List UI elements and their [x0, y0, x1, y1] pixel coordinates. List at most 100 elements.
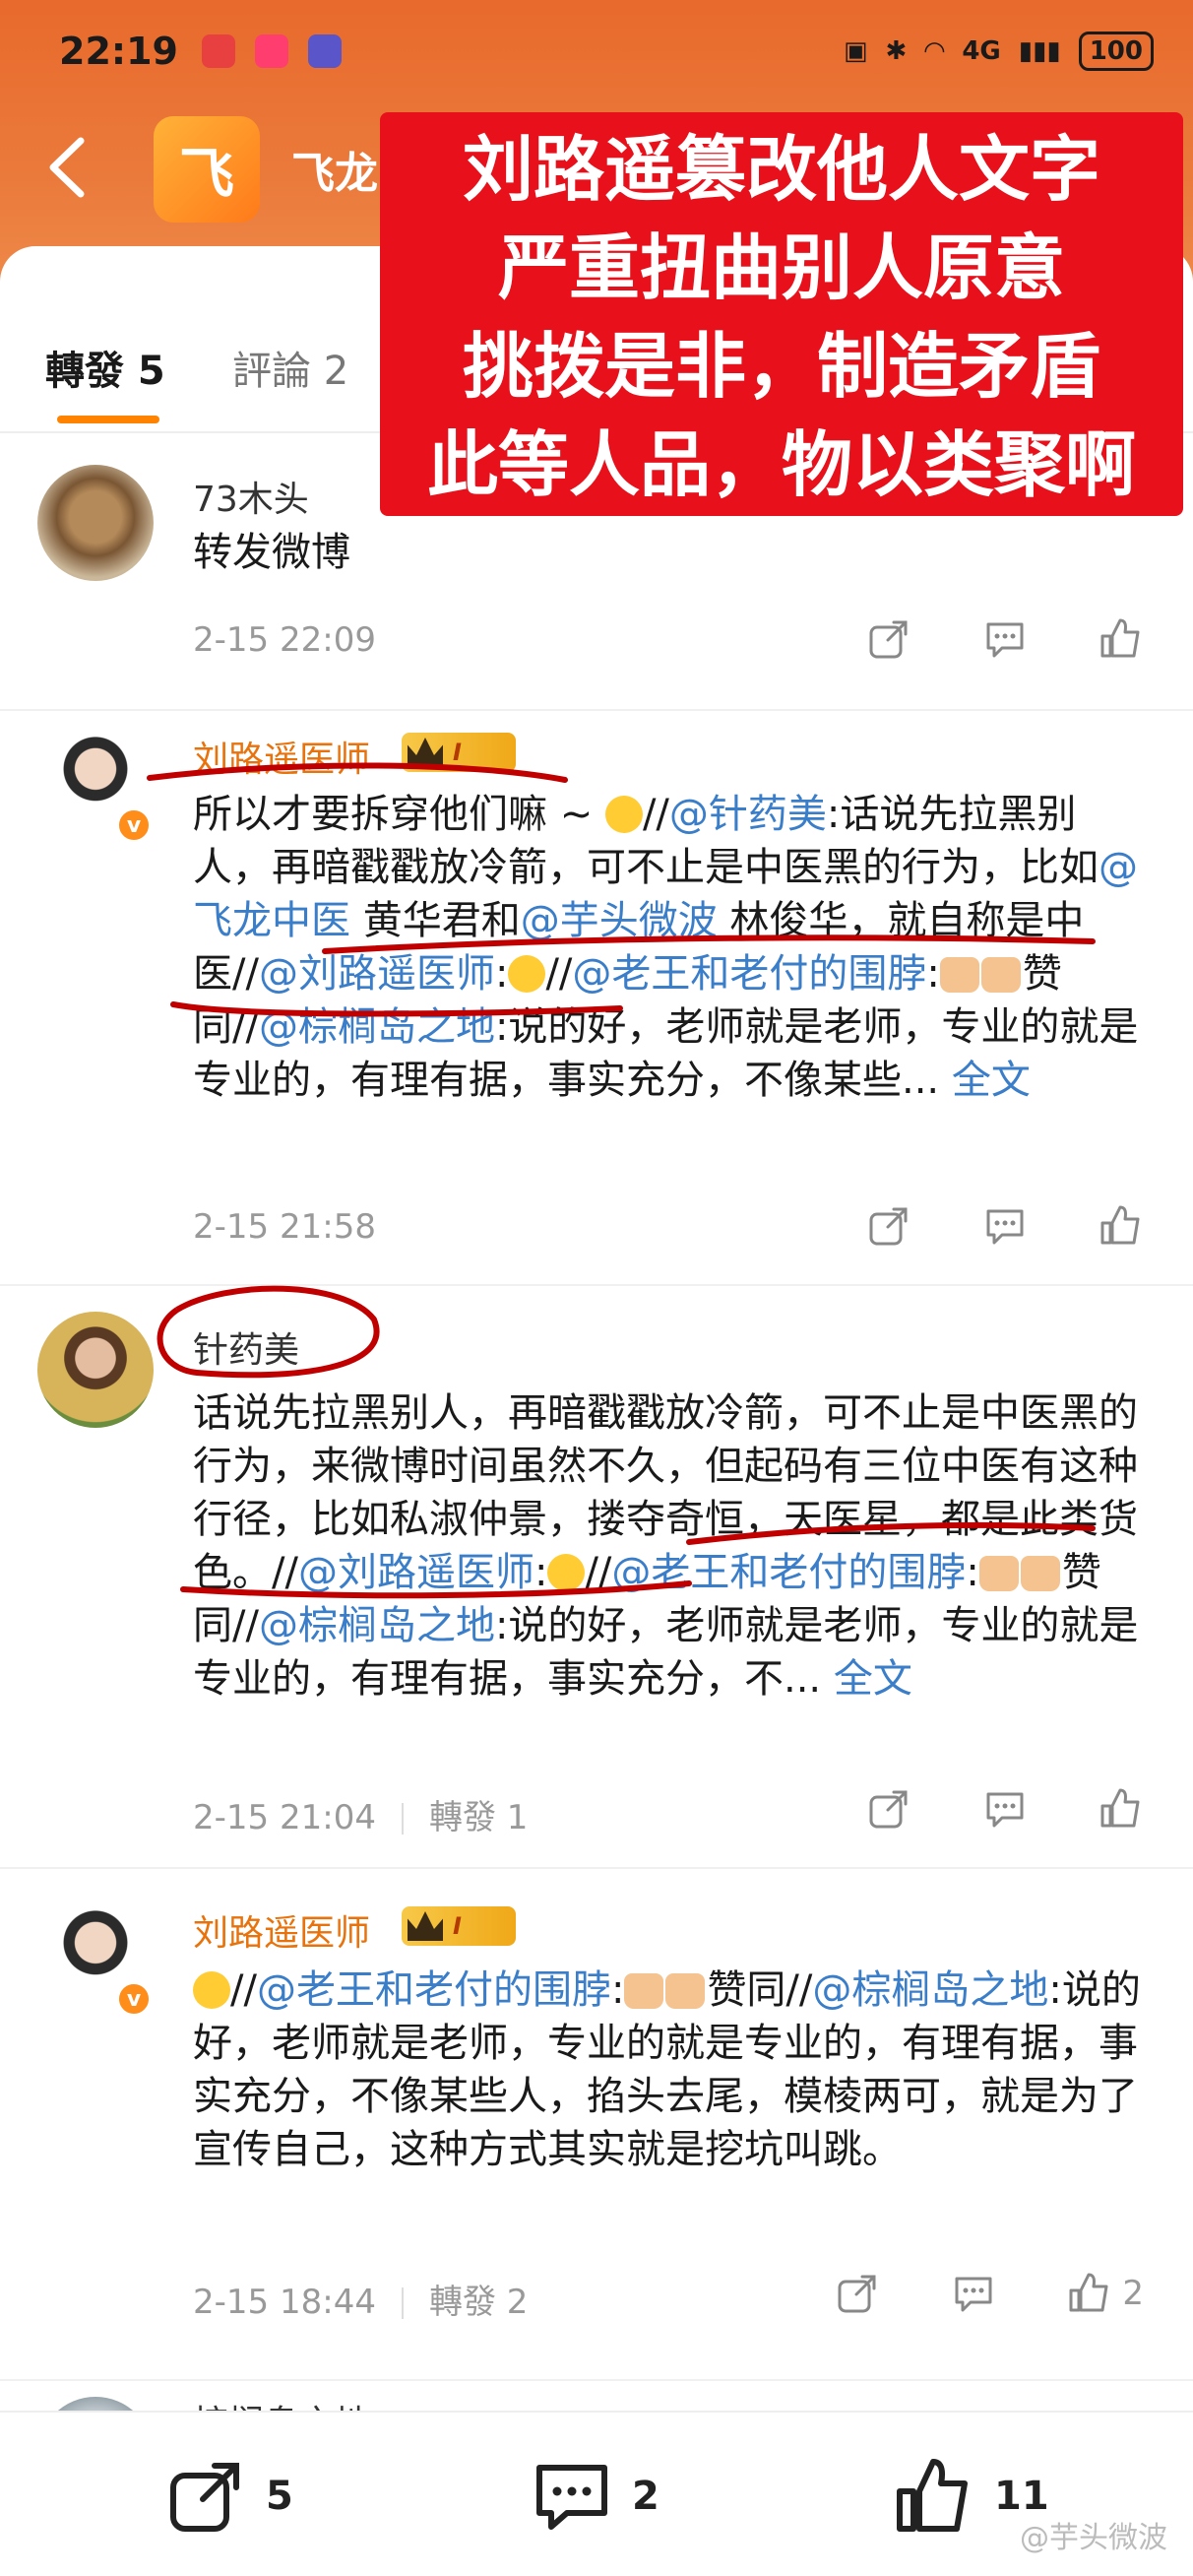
repost-icon — [170, 2463, 239, 2532]
thumbs-up-icon — [939, 957, 979, 993]
wifi-icon: ◠ — [924, 36, 945, 66]
overlay-line: 此等人品，物以类聚啊 — [426, 423, 1136, 506]
post-time: 2-15 21:04 — [193, 1798, 376, 1837]
vip-crown-badge: I — [402, 733, 516, 772]
read-more-link[interactable]: 全文 — [952, 1058, 1031, 1103]
like-icon[interactable] — [1099, 616, 1144, 662]
like-icon[interactable] — [1099, 1786, 1144, 1832]
comment-icon — [536, 2465, 607, 2530]
share-icon[interactable] — [866, 1203, 911, 1249]
post-time: 2-15 21:58 — [193, 1207, 376, 1247]
comment-icon[interactable] — [982, 1786, 1028, 1832]
tab-comments[interactable]: 評論 2 — [232, 339, 348, 396]
avatar[interactable] — [37, 465, 154, 581]
repost-count[interactable]: 轉發 2 — [429, 2283, 528, 2322]
grin-emoji-icon — [193, 1971, 230, 2009]
action-row — [866, 1203, 1144, 1249]
bottom-action-bar: 5 2 11 @芋头微波 — [0, 2411, 1193, 2576]
mention-link[interactable]: @棕榈岛之地 — [812, 1967, 1048, 2013]
action-row — [866, 1786, 1144, 1832]
mention-link[interactable]: @棕榈岛之地 — [259, 1004, 495, 1050]
battery-icon: 100 — [1078, 32, 1154, 71]
thinking-emoji-icon — [604, 796, 643, 833]
mention-link[interactable]: @老王和老付的围脖 — [572, 951, 926, 997]
post-time: 2-15 22:09 — [193, 620, 376, 660]
post-text: //@老王和老付的围脖: 赞同//@棕榈岛之地:说的好，老师就是老师，专业的就是专… — [193, 1967, 1141, 2172]
like-icon — [897, 2459, 968, 2532]
mention-link[interactable]: @芋头微波 — [521, 898, 718, 943]
share-icon[interactable] — [835, 2271, 880, 2316]
bottom-repost-button[interactable]: 5 — [165, 2456, 293, 2537]
user-name[interactable]: 73木头 — [193, 471, 309, 522]
overlay-line: 刘路遥篡改他人文字 — [462, 128, 1100, 211]
like-count: 2 — [1122, 2274, 1144, 2313]
notification-icon — [201, 34, 235, 68]
back-arrow-icon — [49, 137, 85, 198]
comment-icon[interactable] — [982, 1203, 1028, 1249]
read-more-link[interactable]: 全文 — [834, 1656, 912, 1702]
list-item[interactable]: 针药美 话说先拉黑别人，再暗戳戳放冷箭，可不止是中医黑的行为，来微博时间虽然不久… — [0, 1286, 1193, 1869]
vip-crown-badge: I — [402, 1906, 516, 1946]
grin-emoji-icon — [547, 1554, 586, 1591]
mention-link[interactable]: @刘路遥医师 — [298, 1550, 534, 1595]
post-text: 话说先拉黑别人，再暗戳戳放冷箭，可不止是中医黑的行为，来微博时间虽然不久，但起码… — [193, 1390, 1139, 1702]
mention-link[interactable]: @针药美 — [669, 792, 827, 837]
action-row: 2 — [835, 2271, 1144, 2316]
thumbs-up-icon — [980, 957, 1021, 993]
comment-icon[interactable] — [951, 2271, 996, 2316]
signal-icon: ▮▮▮ — [1018, 36, 1061, 66]
nfc-icon: ▣ — [843, 36, 868, 66]
like-control[interactable]: 2 — [1067, 2271, 1144, 2316]
user-name[interactable]: 刘路遥医师 — [193, 731, 370, 782]
mention-link[interactable]: @老王和老付的围脖 — [611, 1550, 966, 1595]
action-row — [866, 616, 1144, 662]
bluetooth-icon: ✱ — [885, 36, 908, 66]
notification-icons — [201, 34, 342, 68]
tab-reposts[interactable]: 轉發 5 — [45, 339, 165, 396]
annotation-overlay: 刘路遥篡改他人文字 严重扭曲别人原意 挑拨是非，制造矛盾 此等人品，物以类聚啊 — [380, 112, 1183, 516]
like-icon[interactable] — [1099, 1203, 1144, 1249]
avatar[interactable] — [37, 1312, 154, 1428]
user-name[interactable]: 针药美 — [193, 1321, 299, 1373]
post-text: 转发微博 — [193, 530, 350, 575]
overlay-line: 挑拨是非，制造矛盾 — [462, 325, 1100, 408]
repost-count[interactable]: 轉發 1 — [429, 1798, 528, 1837]
notification-icon — [254, 34, 288, 68]
crown-icon — [408, 738, 443, 767]
app-logo[interactable]: 飞 — [154, 116, 260, 223]
list-item[interactable]: v 刘路遥医师 I 所以才要拆穿他们嘛 ~ //@针药美:话说先拉黑别人，再暗戳… — [0, 711, 1193, 1286]
verified-badge: v — [116, 807, 152, 843]
post-meta: 2-15 18:44 轉發 2 — [193, 2275, 528, 2323]
overlay-line: 严重扭曲别人原意 — [497, 226, 1065, 309]
notification-icon — [307, 34, 342, 68]
list-item[interactable]: v 刘路遥医师 I //@老王和老付的围脖: 赞同//@棕榈岛之地:说的好，老师就… — [0, 1869, 1193, 2381]
post-text: 所以才要拆穿他们嘛 ~ //@针药美:话说先拉黑别人，再暗戳戳放冷箭，可不止是中… — [193, 792, 1139, 1103]
share-icon[interactable] — [866, 1786, 911, 1832]
grin-emoji-icon — [508, 955, 546, 993]
thumbs-up-icon — [665, 1973, 706, 2009]
thumbs-up-icon — [624, 1973, 664, 2009]
like-icon[interactable] — [1067, 2271, 1112, 2316]
mention-link[interactable]: @刘路遥医师 — [259, 951, 495, 997]
post-meta: 2-15 21:04 轉發 1 — [193, 1790, 528, 1838]
back-button[interactable] — [39, 133, 98, 202]
status-time: 22:19 — [59, 30, 178, 73]
thumbs-up-icon — [1020, 1556, 1060, 1591]
comment-icon[interactable] — [982, 616, 1028, 662]
signal-label: 4G — [962, 36, 1001, 66]
account-name[interactable]: 飞龙 — [291, 138, 378, 201]
comment-total: 2 — [632, 2474, 659, 2519]
watermark: @芋头微波 — [1020, 2521, 1167, 2555]
bottom-comment-button[interactable]: 2 — [532, 2456, 659, 2537]
mention-link[interactable]: @老王和老付的围脖 — [257, 1967, 611, 2013]
post-time: 2-15 18:44 — [193, 2283, 376, 2322]
verified-badge: v — [116, 1981, 152, 2017]
user-name[interactable]: 刘路遥医师 — [193, 1904, 370, 1956]
thumbs-up-icon — [978, 1556, 1019, 1591]
repost-total: 5 — [266, 2474, 293, 2519]
active-tab-indicator — [57, 416, 159, 423]
mention-link[interactable]: @棕榈岛之地 — [259, 1603, 495, 1648]
status-bar: 22:19 ▣ ✱ ◠ 4G ▮▮▮ 100 — [59, 22, 1154, 81]
share-icon[interactable] — [866, 616, 911, 662]
crown-icon — [408, 1911, 443, 1941]
